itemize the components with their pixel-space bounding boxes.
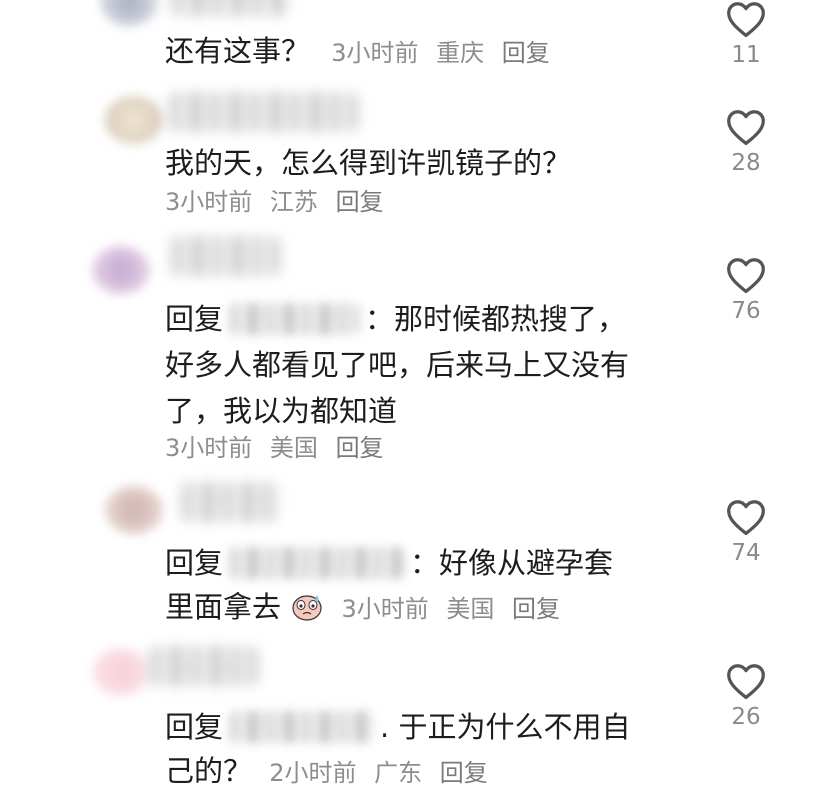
avatar[interactable] (92, 246, 150, 294)
comment-meta: 3小时前 江苏 回复 (165, 180, 394, 224)
reply-button[interactable]: 回复 (502, 39, 550, 67)
comment-location: 江苏 (269, 188, 318, 216)
username-blurred[interactable] (180, 482, 280, 522)
like-count: 26 (731, 704, 761, 730)
comment-location: 重庆 (436, 39, 485, 67)
comment-text-line: . 于正为什么不用自 (380, 710, 631, 744)
mentioned-user-blurred[interactable] (229, 711, 375, 743)
comment-time: 3小时前 (331, 39, 419, 67)
comment-text: 还有这事？ (165, 34, 311, 68)
comment-location: 美国 (269, 434, 318, 462)
username-blurred[interactable] (148, 646, 258, 686)
like-button[interactable]: 26 (718, 662, 774, 730)
like-count: 28 (731, 150, 761, 176)
heart-outline-icon (727, 664, 765, 700)
comment-meta: 3小时前 重庆 回复 (331, 39, 560, 67)
comment-meta: 3小时前 美国 回复 (341, 595, 570, 623)
comment-text: 我的天，怎么得到许凯镜子的？ (165, 146, 572, 180)
reply-prefix: 回复 (165, 710, 224, 744)
reply-prefix: 回复 (165, 302, 224, 336)
comment-text-line: 好多人都看见了吧，后来马上又没有 (165, 348, 630, 382)
avatar[interactable] (105, 96, 163, 144)
reply-prefix: 回复 (165, 546, 224, 580)
avatar[interactable] (105, 486, 163, 534)
comment-text-line: ：好像从避孕套 (410, 546, 614, 580)
comment-text-line: 里面拿去 (165, 590, 282, 624)
comment-time: 2小时前 (269, 759, 357, 787)
like-button[interactable]: 74 (718, 498, 774, 566)
comment-meta: 3小时前 美国 回复 (165, 426, 394, 470)
avatar[interactable] (92, 648, 150, 696)
like-button[interactable]: 11 (718, 0, 774, 68)
comment-text-line: 己的？ (165, 754, 253, 788)
comment-time: 3小时前 (165, 188, 253, 216)
heart-outline-icon (727, 258, 765, 294)
comment-location: 广东 (374, 759, 423, 787)
username-blurred[interactable] (168, 92, 358, 132)
username-blurred[interactable] (170, 236, 280, 276)
comment-meta: 2小时前 广东 回复 (269, 759, 498, 787)
mentioned-user-blurred[interactable] (229, 547, 405, 579)
comment-time: 3小时前 (165, 434, 253, 462)
comment-time: 3小时前 (341, 595, 429, 623)
comment-location: 美国 (446, 595, 495, 623)
reply-button[interactable]: 回复 (512, 595, 560, 623)
like-count: 11 (731, 42, 761, 68)
heart-outline-icon (727, 500, 765, 536)
heart-outline-icon (727, 2, 765, 38)
crying-face-emoji (292, 595, 322, 621)
reply-button[interactable]: 回复 (336, 188, 384, 216)
reply-button[interactable]: 回复 (440, 759, 488, 787)
like-button[interactable]: 76 (718, 256, 774, 324)
like-count: 74 (731, 540, 761, 566)
like-button[interactable]: 28 (718, 108, 774, 176)
comment-text-line: ：那时候都热搜了， (365, 302, 627, 336)
username-blurred[interactable] (170, 0, 290, 16)
avatar[interactable] (100, 0, 158, 26)
like-count: 76 (731, 298, 761, 324)
mentioned-user-blurred[interactable] (229, 303, 360, 335)
heart-outline-icon (727, 110, 765, 146)
reply-button[interactable]: 回复 (336, 434, 384, 462)
